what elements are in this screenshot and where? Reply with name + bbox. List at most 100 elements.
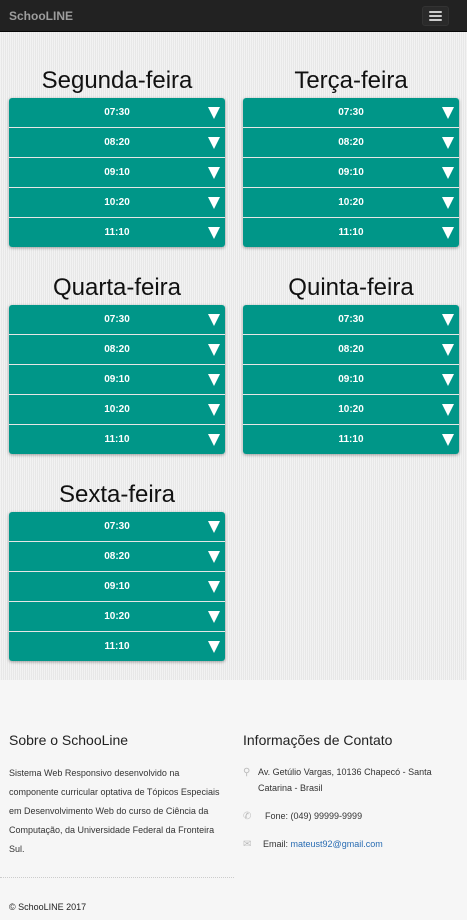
envelope-icon: ✉: [243, 839, 252, 850]
phone-icon: ✆: [243, 811, 252, 822]
time-slot-label: 07:30: [338, 314, 364, 325]
hamburger-icon-bar: [429, 14, 442, 17]
caret-down-icon: [208, 550, 220, 563]
time-slot-list: 07:30 08:20 09:10 10:20 11:10: [243, 98, 459, 247]
time-slot-button[interactable]: 09:10: [9, 157, 225, 187]
caret-down-icon: [208, 640, 220, 653]
time-slot-button[interactable]: 10:20: [243, 394, 459, 424]
time-slot-button[interactable]: 07:30: [243, 98, 459, 127]
time-slot-label: 11:10: [338, 434, 364, 445]
time-slot-label: 10:20: [338, 404, 364, 415]
about-title: Sobre o SchooLine: [9, 732, 129, 748]
time-slot-button[interactable]: 11:10: [243, 424, 459, 454]
time-slot-label: 10:20: [338, 197, 364, 208]
time-slot-button[interactable]: 11:10: [9, 631, 225, 661]
caret-down-icon: [208, 343, 220, 356]
caret-down-icon: [442, 136, 454, 149]
caret-down-icon: [208, 520, 220, 533]
time-slot-label: 07:30: [104, 521, 130, 532]
caret-down-icon: [442, 196, 454, 209]
time-slot-label: 09:10: [104, 581, 130, 592]
day-tuesday: Terça-feira 07:30 08:20 09:10 10:20 11:10: [243, 65, 459, 247]
caret-down-icon: [442, 373, 454, 386]
time-slot-label: 07:30: [104, 107, 130, 118]
footer: Sobre o SchooLine Sistema Web Responsivo…: [0, 680, 467, 920]
brand-logo[interactable]: SchooLINE: [9, 9, 73, 23]
phone-text: Fone: (049) 99999-9999: [265, 811, 363, 821]
day-title: Segunda-feira: [41, 67, 193, 94]
hamburger-icon-bar: [429, 10, 442, 13]
time-slot-button[interactable]: 10:20: [9, 601, 225, 631]
time-slot-label: 11:10: [104, 227, 130, 238]
time-slot-list: 07:30 08:20 09:10 10:20 11:10: [9, 98, 225, 247]
time-slot-button[interactable]: 11:10: [243, 217, 459, 247]
time-slot-button[interactable]: 09:10: [9, 364, 225, 394]
time-slot-button[interactable]: 07:30: [9, 98, 225, 127]
email-label: Email:: [263, 839, 289, 849]
day-title: Quarta-feira: [52, 274, 182, 301]
time-slot-button[interactable]: 09:10: [243, 364, 459, 394]
caret-down-icon: [208, 166, 220, 179]
caret-down-icon: [442, 343, 454, 356]
time-slot-button[interactable]: 07:30: [9, 305, 225, 334]
caret-down-icon: [208, 580, 220, 593]
time-slot-label: 08:20: [104, 137, 130, 148]
caret-down-icon: [442, 403, 454, 416]
time-slot-label: 08:20: [104, 551, 130, 562]
time-slot-button[interactable]: 08:20: [9, 334, 225, 364]
time-slot-label: 09:10: [104, 167, 130, 178]
caret-down-icon: [208, 610, 220, 623]
time-slot-label: 07:30: [104, 314, 130, 325]
time-slot-button[interactable]: 09:10: [243, 157, 459, 187]
contact-phone: ✆ Fone: (049) 99999-9999: [243, 808, 459, 824]
caret-down-icon: [442, 106, 454, 119]
caret-down-icon: [442, 226, 454, 239]
contact-address: ⚲ Av. Getúlio Vargas, 10136 Chapecó - Sa…: [243, 764, 459, 796]
time-slot-button[interactable]: 10:20: [9, 187, 225, 217]
caret-down-icon: [442, 313, 454, 326]
time-slot-label: 10:20: [104, 611, 130, 622]
time-slot-label: 09:10: [104, 374, 130, 385]
day-monday: Segunda-feira 07:30 08:20 09:10 10:20 11:10: [9, 65, 225, 247]
time-slot-label: 11:10: [104, 641, 130, 652]
time-slot-button[interactable]: 10:20: [9, 394, 225, 424]
copyright: © SchooLINE 2017: [9, 902, 87, 912]
time-slot-label: 07:30: [338, 107, 364, 118]
time-slot-button[interactable]: 07:30: [9, 512, 225, 541]
caret-down-icon: [208, 106, 220, 119]
map-marker-icon: ⚲: [243, 767, 251, 778]
contact-email: ✉ Email: mateust92@gmail.com: [243, 836, 459, 852]
time-slot-button[interactable]: 07:30: [243, 305, 459, 334]
about-section: Sobre o SchooLine Sistema Web Responsivo…: [9, 732, 225, 859]
caret-down-icon: [208, 403, 220, 416]
day-title: Terça-feira: [294, 67, 408, 94]
time-slot-label: 10:20: [104, 404, 130, 415]
schedule-grid: Segunda-feira 07:30 08:20 09:10 10:20 11:10 T…: [0, 32, 467, 680]
contact-section: Informações de Contato ⚲ Av. Getúlio Var…: [243, 732, 459, 864]
time-slot-button[interactable]: 11:10: [9, 217, 225, 247]
time-slot-button[interactable]: 11:10: [9, 424, 225, 454]
time-slot-button[interactable]: 10:20: [243, 187, 459, 217]
footer-divider: [0, 877, 234, 878]
contact-title: Informações de Contato: [243, 732, 393, 748]
time-slot-label: 08:20: [338, 344, 364, 355]
day-wednesday: Quarta-feira 07:30 08:20 09:10 10:20 11:10: [9, 272, 225, 454]
time-slot-button[interactable]: 08:20: [9, 127, 225, 157]
time-slot-label: 08:20: [338, 137, 364, 148]
day-title: Quinta-feira: [288, 274, 414, 301]
time-slot-list: 07:30 08:20 09:10 10:20 11:10: [243, 305, 459, 454]
caret-down-icon: [442, 166, 454, 179]
address-text: Av. Getúlio Vargas, 10136 Chapecó - Sant…: [258, 767, 432, 793]
time-slot-button[interactable]: 08:20: [243, 334, 459, 364]
navbar: SchooLINE: [0, 0, 467, 32]
time-slot-button[interactable]: 09:10: [9, 571, 225, 601]
time-slot-button[interactable]: 08:20: [9, 541, 225, 571]
time-slot-button[interactable]: 08:20: [243, 127, 459, 157]
menu-toggle-button[interactable]: [422, 5, 449, 26]
time-slot-label: 11:10: [338, 227, 364, 238]
email-link[interactable]: mateust92@gmail.com: [291, 839, 383, 849]
time-slot-label: 09:10: [338, 374, 364, 385]
time-slot-list: 07:30 08:20 09:10 10:20 11:10: [9, 512, 225, 661]
hamburger-icon-bar: [429, 18, 442, 21]
time-slot-label: 09:10: [338, 167, 364, 178]
